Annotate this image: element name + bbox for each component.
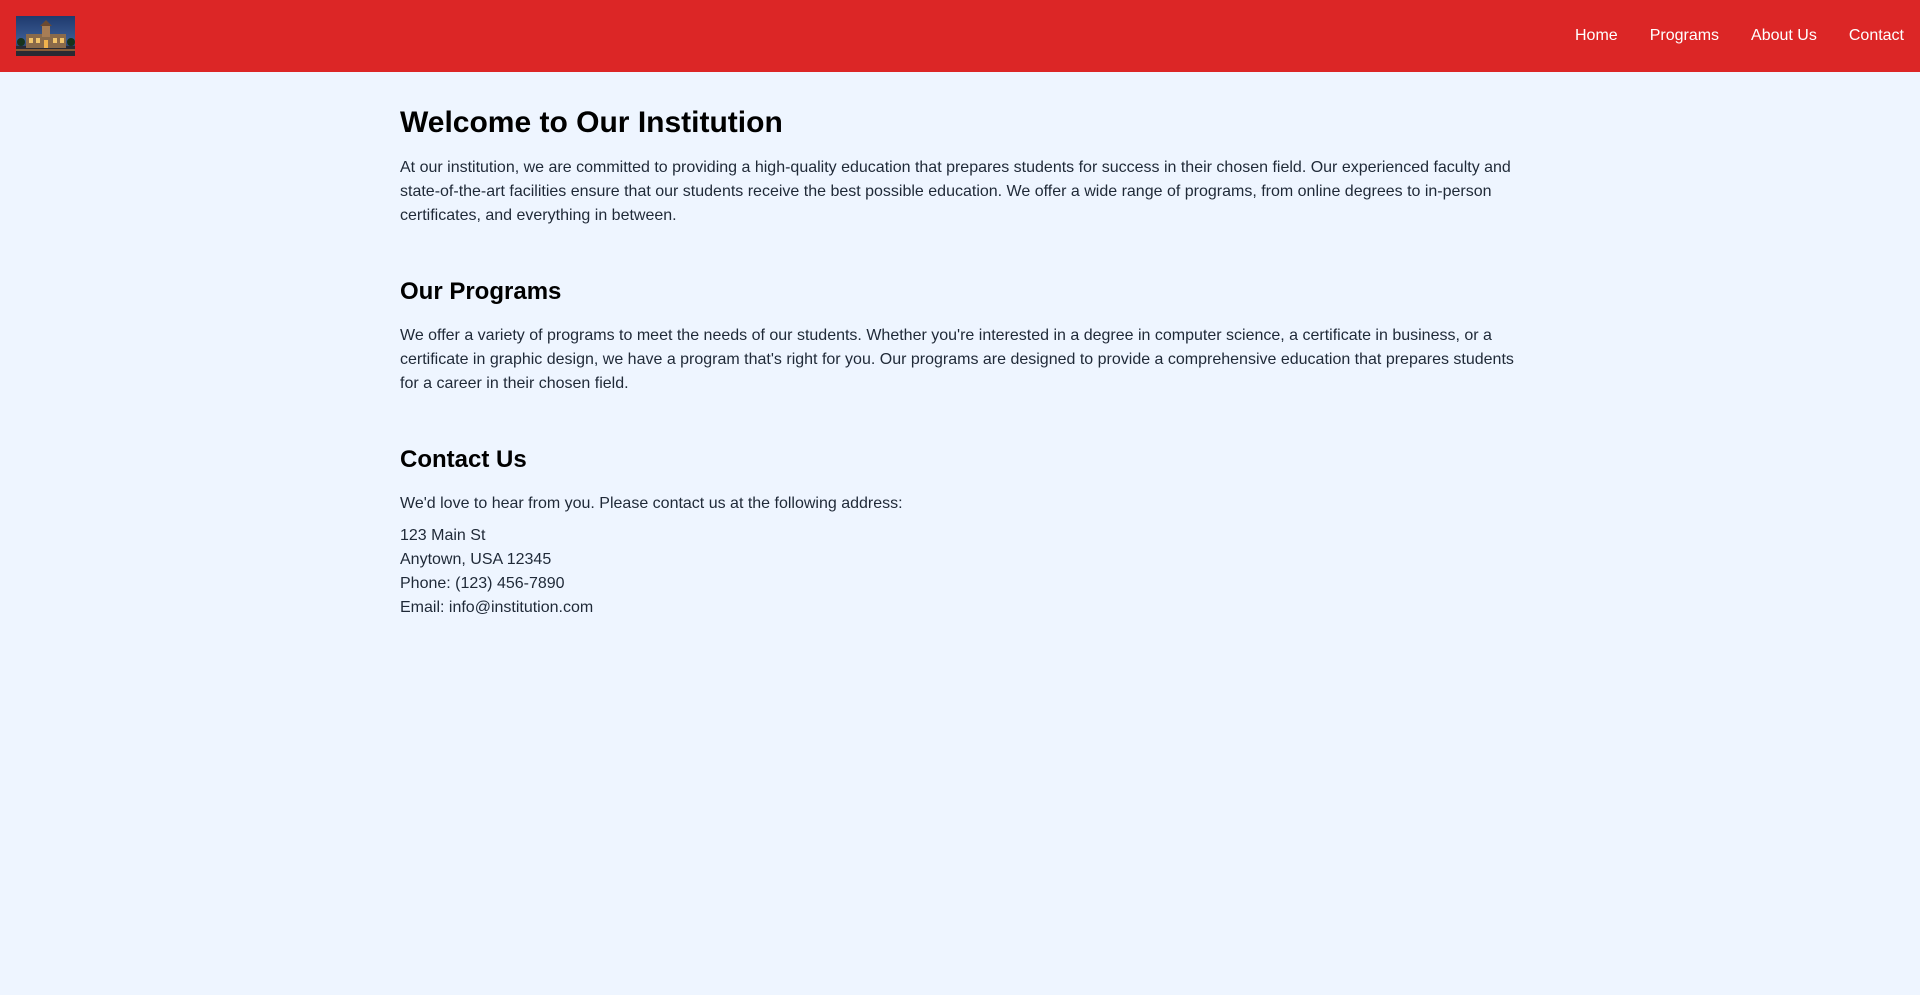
contact-phone: Phone: (123) 456-7890 [400,575,565,592]
institution-logo[interactable] [16,16,75,56]
welcome-paragraph: At our institution, we are committed to … [400,159,1511,224]
contact-heading: Contact Us [400,446,527,473]
address-city: Anytown, USA 12345 [400,551,552,568]
contact-address: 123 Main St Anytown, USA 12345 Phone: (1… [400,524,593,620]
contact-email: Email: info@institution.com [400,599,594,616]
address-street: 123 Main St [400,527,486,544]
programs-heading: Our Programs [400,278,562,305]
welcome-heading: Welcome to Our Institution [400,106,783,139]
nav-about-us-link[interactable]: About Us [1751,26,1817,46]
main-content: Welcome to Our Institution At our instit… [400,72,1520,995]
main-nav: Home Programs About Us Contact [1575,0,1904,72]
top-navigation-bar: Home Programs About Us Contact [0,0,1920,72]
contact-intro: We'd love to hear from you. Please conta… [400,495,903,512]
nav-programs-link[interactable]: Programs [1650,26,1719,46]
logo-image [16,16,75,56]
nav-contact-link[interactable]: Contact [1849,26,1904,46]
programs-paragraph: We offer a variety of programs to meet t… [400,327,1514,392]
nav-home-link[interactable]: Home [1575,26,1618,46]
